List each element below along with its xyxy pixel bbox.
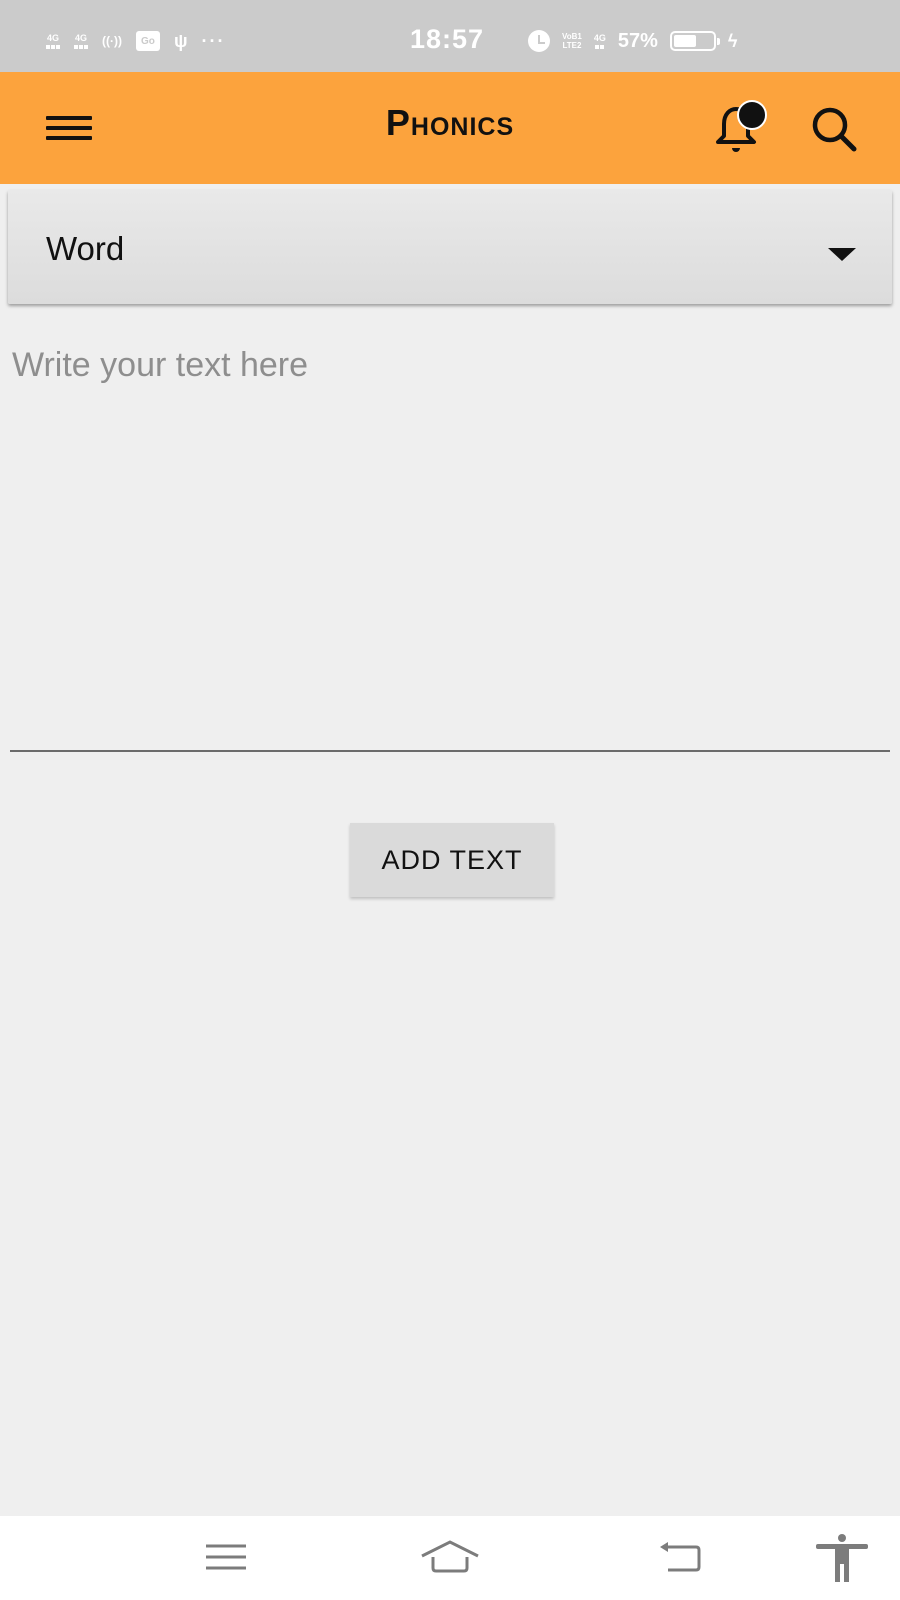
signal-icon-2: 4G xyxy=(74,32,88,49)
data-signal-icon: 4G xyxy=(593,32,606,49)
dropdown-selected-value: Word xyxy=(46,230,125,267)
app-bar: Phonics xyxy=(0,72,900,184)
battery-fill xyxy=(673,35,696,47)
battery-icon xyxy=(669,31,720,51)
charging-icon: ϟ xyxy=(727,30,738,51)
chevron-down-icon xyxy=(828,248,856,261)
clock: 18:57 xyxy=(410,24,485,54)
status-left: 4G 4G ((·)) Go ψ ··· xyxy=(46,26,226,56)
type-dropdown[interactable]: Word xyxy=(8,190,892,304)
back-icon xyxy=(660,1542,701,1572)
data-type-label: 4G xyxy=(593,32,606,43)
signal-icon-1: 4G xyxy=(46,32,60,49)
signal-1-label: 4G xyxy=(46,32,59,43)
status-right: VoB1 LTE2 4G 57% ϟ xyxy=(528,26,737,56)
notification-app-icon: Go xyxy=(135,31,160,51)
recent-apps-icon xyxy=(206,1544,246,1570)
bell-icon xyxy=(716,100,767,152)
search-icon xyxy=(812,107,857,152)
more-notifications-icon: ··· xyxy=(201,30,226,51)
volte-line1: VoB1 xyxy=(562,32,582,41)
nav-back-button[interactable] xyxy=(656,1530,716,1586)
status-bar: 4G 4G ((·)) Go ψ ··· 18:57 VoB1 LTE2 4G … xyxy=(0,0,900,72)
usb-icon: ψ xyxy=(173,30,188,51)
battery-percent: 57% xyxy=(617,29,658,52)
volte-line2: LTE2 xyxy=(562,41,582,50)
volte-icon: VoB1 LTE2 xyxy=(562,32,582,50)
nav-accessibility-button[interactable] xyxy=(812,1530,872,1586)
home-icon xyxy=(421,1540,479,1573)
system-nav-bar xyxy=(0,1516,900,1600)
add-text-button[interactable]: ADD TEXT xyxy=(350,823,554,897)
search-button[interactable] xyxy=(806,100,870,160)
notification-badge-dot xyxy=(737,100,767,130)
alarm-icon xyxy=(528,30,550,52)
signal-2-label: 4G xyxy=(74,32,87,43)
hotspot-icon: ((·)) xyxy=(102,34,122,48)
accessibility-icon xyxy=(816,1534,868,1582)
text-input[interactable] xyxy=(10,320,890,752)
nav-home-button[interactable] xyxy=(420,1530,480,1586)
notification-button[interactable] xyxy=(710,98,784,158)
nav-menu-button[interactable] xyxy=(196,1530,256,1586)
